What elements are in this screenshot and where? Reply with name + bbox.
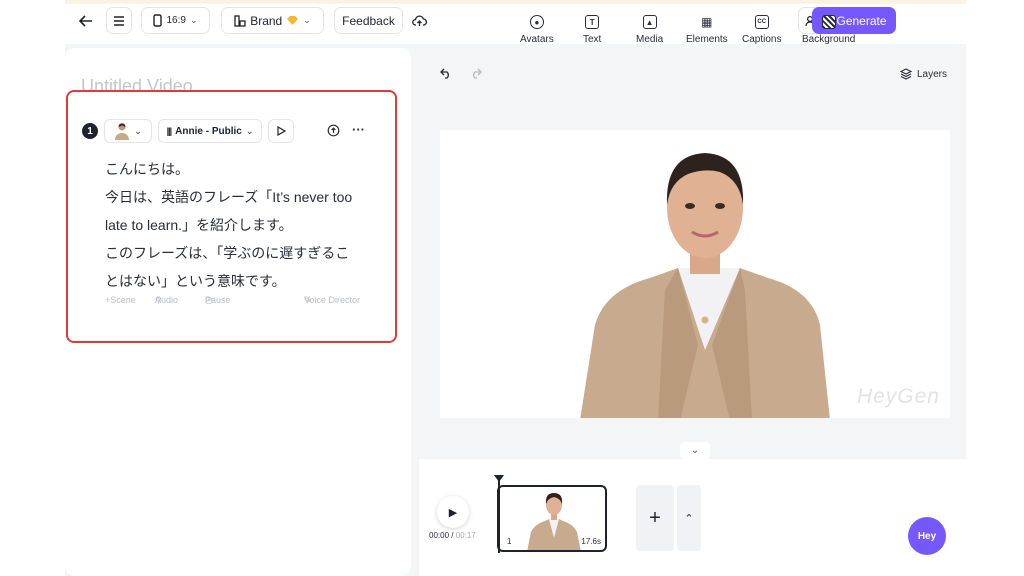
waveform-icon: ||| [166,126,172,136]
phone-icon [153,14,163,27]
editor-toolbar [419,48,966,108]
chevron-down-icon: ⌄ [245,125,254,136]
chevron-up-icon: ⌃ [684,512,694,525]
avatar-thumbnail [115,123,130,140]
add-scene-label: Scene [110,295,136,305]
aspect-ratio-dropdown[interactable]: 16:9 ⌄ [141,7,210,34]
cloud-save-icon[interactable] [410,7,428,34]
tool-background-label: Background [802,34,856,45]
plus-icon: + [649,506,661,529]
script-line: 今日は、英語のフレーズ「It’s never too [105,189,353,205]
chevron-down-icon: ⌄ [189,15,198,25]
feedback-label: Feedback [342,13,395,28]
assistant-label: Hey [917,530,937,542]
script-line: こんにちは。 [105,161,189,177]
aspect-ratio-label: 16:9 [166,15,186,26]
avatar-selector[interactable]: ⌄ [104,119,152,143]
avatar-figure[interactable] [580,150,830,418]
layers-icon [900,68,912,80]
voice-label: Annie - Public [175,125,242,137]
scene-clip[interactable]: 1 17.6s [497,485,607,552]
collapse-timeline-button[interactable]: ⌄ [680,442,710,459]
more-options-icon[interactable]: ··· [352,122,365,137]
script-line: とはない」という意味です。 [105,273,286,289]
clip-index: 1 [507,537,512,546]
script-line: late to learn.」を紹介します。 [105,217,293,233]
chevron-down-icon: ⌄ [134,125,142,136]
redo-icon[interactable] [470,66,482,84]
assistant-button[interactable]: Hey [908,517,946,555]
tool-text[interactable]: T Text [583,15,601,45]
tool-media[interactable]: ▲ Media [636,15,663,45]
undo-icon[interactable] [440,66,452,84]
scene-card[interactable]: 1 ⌄ ||| Annie - Public ⌄ ··· こんにちは。 今日は、… [66,90,397,343]
tool-avatars[interactable]: ● Avatars [520,15,554,45]
tool-background[interactable]: Background [802,15,855,45]
menu-button[interactable] [106,7,132,34]
timeline-playhead[interactable] [494,475,504,553]
expand-timeline-button[interactable]: ⌃ [677,485,701,551]
background-pattern-icon [821,15,836,29]
heygen-watermark: HeyGen [856,385,940,408]
top-accent-strip [65,0,966,3]
image-icon: ▲ [642,15,657,29]
brand-label: Brand [250,13,283,28]
add-scene-action[interactable]: + Scene [105,295,136,305]
scene-number: 1 [82,123,98,139]
text-icon: T [585,15,600,29]
tool-captions-label: Captions [742,34,782,45]
play-icon: ▶ [448,506,458,519]
cc-icon: CC [754,15,769,29]
script-text[interactable]: こんにちは。 今日は、英語のフレーズ「It’s never too late t… [105,155,385,295]
timecode: 00:00 / 00:17 [429,531,476,540]
back-arrow-icon[interactable] [76,7,96,34]
total-time: 00:17 [455,531,476,540]
play-icon [276,126,286,136]
pause-label: Pause [205,295,231,305]
upload-audio-icon[interactable] [327,124,340,142]
chevron-down-icon: ⌄ [690,445,700,456]
avatar-icon: ● [529,15,544,29]
shapes-icon: ▦ [701,15,713,29]
hamburger-icon [114,15,124,26]
tool-avatars-label: Avatars [520,34,554,45]
clip-duration: 17.6s [581,537,601,546]
tool-elements[interactable]: ▦ Elements [686,15,728,45]
layers-button[interactable]: Layers [900,68,947,80]
tool-text-label: Text [583,34,602,45]
voice-director-label: Voice Director [304,295,361,305]
audio-label: Audio [155,295,179,305]
chevron-down-icon: ⌄ [303,15,311,25]
feedback-button[interactable]: Feedback [334,7,403,34]
current-time: 00:00 [429,531,450,540]
add-scene-button[interactable]: + [636,485,674,551]
layers-label: Layers [917,68,948,80]
tool-captions[interactable]: CC Captions [742,15,781,45]
voice-selector[interactable]: ||| Annie - Public ⌄ [158,119,262,143]
diamond-icon [287,16,299,25]
clip-thumbnail [527,493,581,550]
tool-media-label: Media [636,34,664,45]
play-voice-button[interactable] [268,119,294,143]
video-canvas[interactable]: HeyGen [440,130,950,418]
brand-dropdown[interactable]: Brand ⌄ [221,7,324,34]
tool-elements-label: Elements [686,34,728,45]
brand-kit-icon [234,14,246,27]
script-line: このフレーズは、「学ぶのに遅すぎるこ [105,245,350,261]
timeline-play-button[interactable]: ▶ [437,496,469,528]
